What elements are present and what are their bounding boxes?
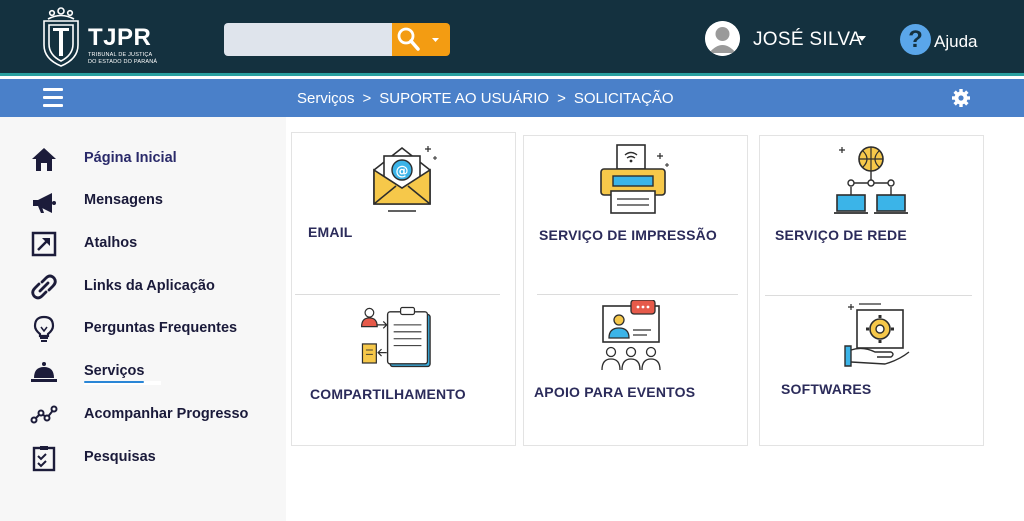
help-link[interactable]: Ajuda	[934, 32, 977, 52]
software-icon	[844, 303, 910, 367]
sidebar-item-label: Perguntas Frequentes	[84, 320, 238, 336]
service-sharing[interactable]: COMPARTILHAMENTO	[291, 295, 516, 445]
service-label: SERVIÇO DE REDE	[775, 227, 907, 243]
network-icon	[834, 146, 908, 214]
chevron-down-icon	[432, 38, 439, 42]
printer-icon	[600, 144, 669, 214]
user-menu-caret-icon[interactable]	[858, 36, 866, 41]
service-label: APOIO PARA EVENTOS	[534, 384, 696, 400]
service-label: SOFTWARES	[781, 381, 872, 397]
link-icon	[31, 274, 57, 300]
search-button[interactable]	[392, 23, 450, 56]
sidebar-item-acompanhar-progresso[interactable]: Acompanhar Progresso	[0, 397, 286, 433]
sidebar-item-mensagens[interactable]: Mensagens	[0, 183, 286, 219]
events-icon	[601, 300, 661, 371]
sidebar-item-label: Pesquisas	[84, 449, 156, 465]
service-printing[interactable]: SERVIÇO DE IMPRESSÃO	[523, 135, 748, 294]
breadcrumb-item[interactable]: Serviços	[297, 90, 355, 107]
search-icon	[397, 27, 439, 51]
breadcrumb-separator: >	[362, 90, 372, 107]
logo-subtitle-line2: DO ESTADO DO PARANÁ	[88, 59, 158, 65]
service-network[interactable]: SERVIÇO DE REDE	[759, 135, 984, 295]
search-input[interactable]	[224, 23, 392, 56]
sidebar-item-label: Serviços	[84, 363, 145, 379]
sidebar-item-perguntas-frequentes[interactable]: Perguntas Frequentes	[0, 311, 286, 347]
hamburger-menu-icon[interactable]	[43, 88, 63, 108]
user-icon	[705, 21, 740, 56]
sidebar-item-pesquisas[interactable]: Pesquisas	[0, 440, 286, 476]
progress-icon	[30, 405, 58, 424]
breadcrumb-item: SOLICITAÇÃO	[573, 90, 674, 107]
service-label: COMPARTILHAMENTO	[310, 386, 466, 402]
service-bell-icon	[31, 362, 57, 382]
gear-icon[interactable]	[951, 88, 971, 108]
breadcrumb: Serviços > SUPORTE AO USUÁRIO > SOLICITAÇÃO	[297, 90, 674, 107]
help-icon[interactable]: ?	[900, 24, 931, 55]
active-item-indicator	[84, 381, 161, 385]
shortcut-icon	[31, 231, 57, 257]
logo-subtitle-line1: TRIBUNAL DE JUSTIÇA	[88, 52, 153, 58]
sidebar-item-label: Mensagens	[84, 192, 163, 208]
breadcrumb-item[interactable]: SUPORTE AO USUÁRIO	[379, 90, 549, 107]
sidebar: Página Inicial Mensagens Atalhos Links d…	[0, 117, 286, 521]
sidebar-item-links[interactable]: Links da Aplicação	[0, 269, 286, 305]
service-events[interactable]: APOIO PARA EVENTOS	[523, 295, 748, 445]
email-icon: @	[373, 146, 437, 212]
avatar[interactable]	[705, 21, 740, 56]
home-icon	[32, 148, 56, 171]
sidebar-item-label: Acompanhar Progresso	[84, 406, 249, 422]
svg-text:@: @	[396, 164, 409, 179]
sidebar-item-atalhos[interactable]: Atalhos	[0, 226, 286, 262]
sidebar-item-label: Links da Aplicação	[84, 278, 215, 294]
sidebar-item-label: Página Inicial	[84, 150, 177, 166]
sharing-icon	[360, 306, 431, 368]
service-label: EMAIL	[308, 224, 353, 240]
top-header: TJPR TRIBUNAL DE JUSTIÇA DO ESTADO DO PA…	[0, 0, 1024, 76]
megaphone-icon	[33, 193, 56, 213]
survey-icon	[32, 446, 56, 472]
service-email[interactable]: @ EMAIL	[291, 132, 516, 294]
sidebar-item-pagina-inicial[interactable]: Página Inicial	[0, 141, 286, 177]
breadcrumb-separator: >	[557, 90, 566, 107]
sidebar-item-label: Atalhos	[84, 235, 138, 251]
logo-text: TJPR	[88, 24, 152, 51]
user-name[interactable]: JOSÉ SILVA	[753, 29, 862, 51]
service-label: SERVIÇO DE IMPRESSÃO	[539, 227, 718, 243]
service-software[interactable]: SOFTWARES	[759, 296, 984, 445]
lightbulb-icon	[33, 315, 55, 342]
